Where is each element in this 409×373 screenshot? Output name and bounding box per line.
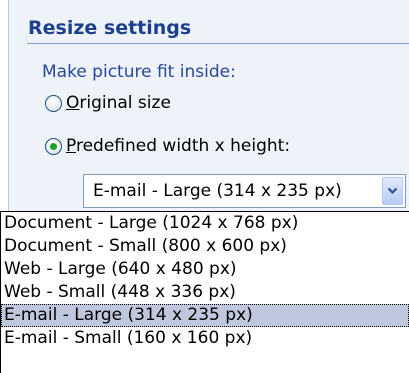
predefined-size-radio[interactable]: Predefined width x height: bbox=[45, 136, 290, 156]
chevron-down-icon bbox=[387, 187, 398, 195]
radio-dot bbox=[50, 142, 57, 150]
section-divider bbox=[27, 43, 409, 44]
size-preset-combo[interactable]: E-mail - Large (314 x 235 px) bbox=[83, 174, 406, 208]
radio-unchecked-icon[interactable] bbox=[45, 94, 62, 112]
list-item[interactable]: Document - Large (1024 x 768 px) bbox=[1, 212, 409, 235]
original-size-radio[interactable]: Original size bbox=[45, 93, 171, 113]
fit-inside-label: Make picture fit inside: bbox=[42, 62, 236, 82]
list-item[interactable]: E-mail - Small (160 x 160 px) bbox=[1, 327, 409, 350]
list-item[interactable]: Web - Large (640 x 480 px) bbox=[1, 258, 409, 281]
list-item[interactable]: Web - Small (448 x 336 px) bbox=[1, 281, 409, 304]
resize-settings-panel: Resize settings Make picture fit inside:… bbox=[0, 0, 409, 373]
original-size-label: Original size bbox=[66, 93, 171, 113]
size-preset-list[interactable]: Document - Large (1024 x 768 px) Documen… bbox=[0, 211, 409, 373]
dropdown-button[interactable] bbox=[382, 177, 403, 205]
list-item[interactable]: Document - Small (800 x 600 px) bbox=[1, 235, 409, 258]
size-preset-value: E-mail - Large (314 x 235 px) bbox=[93, 181, 342, 201]
radio-checked-icon[interactable] bbox=[45, 137, 62, 155]
section-title: Resize settings bbox=[28, 17, 192, 39]
list-item-selected[interactable]: E-mail - Large (314 x 235 px) bbox=[1, 304, 409, 327]
predefined-size-label: Predefined width x height: bbox=[66, 136, 291, 156]
